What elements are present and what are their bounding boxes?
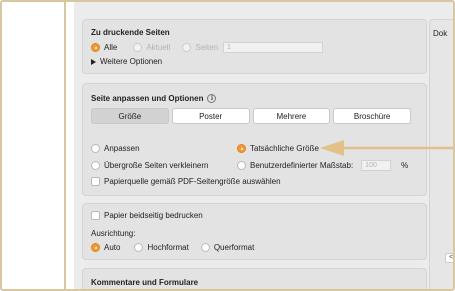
annotation-arrow-head xyxy=(320,140,344,156)
annotation-arrow xyxy=(320,140,453,156)
screenshot-frame: Zu druckende Seiten Alle Aktuell Seiten … xyxy=(0,0,455,291)
